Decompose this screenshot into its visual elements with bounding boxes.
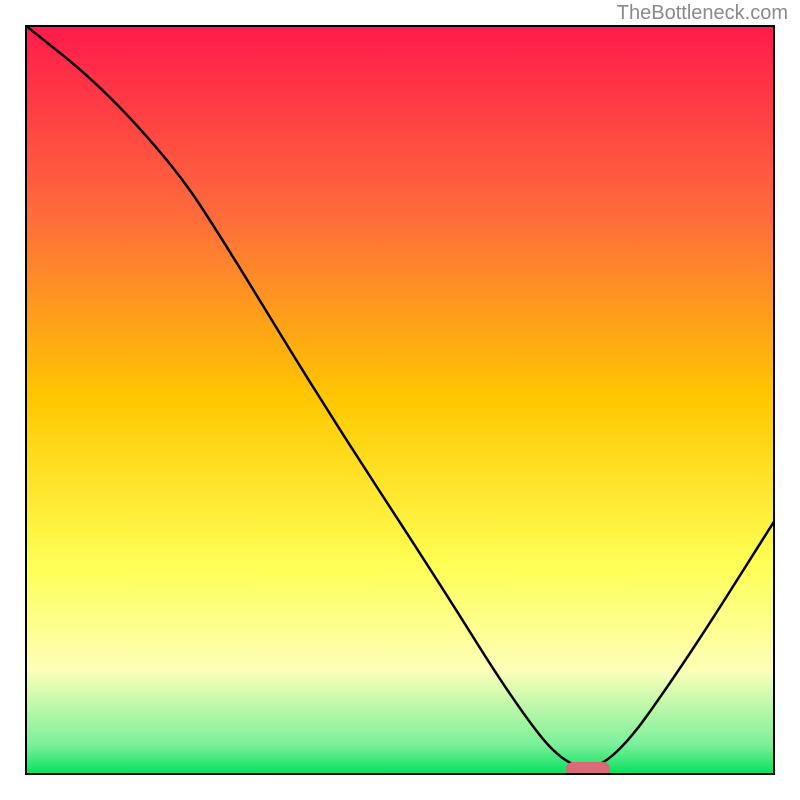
- attribution-text: TheBottleneck.com: [617, 2, 788, 25]
- optimal-marker: [566, 762, 610, 775]
- bottleneck-curve: [25, 25, 775, 775]
- plot-area: [25, 25, 775, 775]
